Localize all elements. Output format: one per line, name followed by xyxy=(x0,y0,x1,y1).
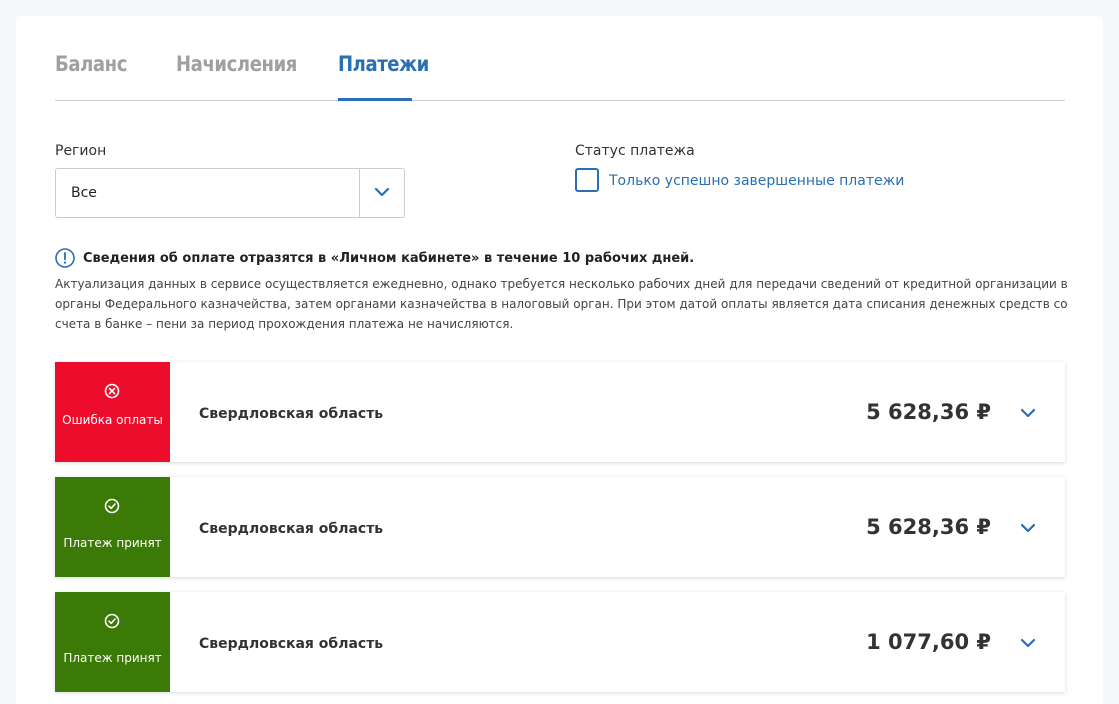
payment-region: Свердловская область xyxy=(199,406,384,422)
status-text: Платеж принят xyxy=(63,651,162,665)
only-success-checkbox[interactable] xyxy=(575,168,599,192)
check-circle-icon xyxy=(104,613,120,629)
chevron-down-icon[interactable] xyxy=(1020,637,1036,649)
info-text: Актуализация данных в сервисе осуществля… xyxy=(55,277,1068,331)
region-select-value: Все xyxy=(71,185,97,201)
payment-status-label: Статус платежа xyxy=(575,143,695,159)
region-select-toggle[interactable] xyxy=(359,169,404,217)
payment-amount: 5 628,36 ₽ xyxy=(866,515,991,539)
payment-region: Свердловская область xyxy=(199,636,384,652)
payment-row[interactable]: Платеж принят Свердловская область 1 077… xyxy=(55,592,1065,692)
chevron-down-icon[interactable] xyxy=(1020,522,1036,534)
payment-row[interactable]: Платеж принят Свердловская область 5 628… xyxy=(55,477,1065,577)
only-success-checkbox-label[interactable]: Только успешно завершенные платежи xyxy=(609,173,904,189)
status-badge: Ошибка оплаты xyxy=(55,362,170,462)
status-text: Ошибка оплаты xyxy=(62,413,163,427)
status-badge: Платеж принят xyxy=(55,477,170,577)
error-circle-icon xyxy=(104,383,120,399)
status-badge: Платеж принят xyxy=(55,592,170,692)
payment-row[interactable]: Ошибка оплаты Свердловская область 5 628… xyxy=(55,362,1065,462)
chevron-down-icon xyxy=(374,187,390,197)
region-select[interactable]: Все xyxy=(55,168,405,218)
info-title: Сведения об оплате отразятся в «Личном к… xyxy=(83,251,695,266)
info-icon xyxy=(55,248,75,268)
check-circle-icon xyxy=(104,498,120,514)
tab-accruals[interactable]: Начисления xyxy=(176,52,297,76)
tab-payments[interactable]: Платежи xyxy=(338,52,429,76)
chevron-down-icon[interactable] xyxy=(1020,407,1036,419)
status-text: Платеж принят xyxy=(63,536,162,550)
tab-balance[interactable]: Баланс xyxy=(55,52,127,76)
payment-amount: 5 628,36 ₽ xyxy=(866,400,991,424)
active-tab-indicator xyxy=(338,98,412,101)
payment-amount: 1 077,60 ₽ xyxy=(866,630,991,654)
payments-card: Баланс Начисления Платежи Регион Все Ста… xyxy=(16,16,1103,704)
tab-bar: Баланс Начисления Платежи xyxy=(55,16,1065,101)
region-label: Регион xyxy=(55,143,107,159)
payment-region: Свердловская область xyxy=(199,521,384,537)
